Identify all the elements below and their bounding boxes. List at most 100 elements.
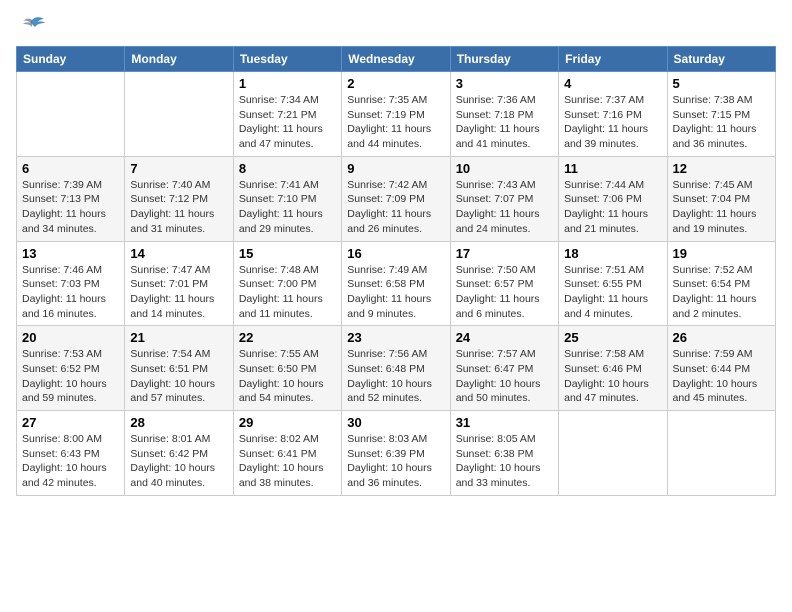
calendar-cell: 3 Sunrise: 7:36 AM Sunset: 7:18 PM Daylig… — [450, 72, 558, 157]
calendar-cell: 1 Sunrise: 7:34 AM Sunset: 7:21 PM Daylig… — [233, 72, 341, 157]
day-info: Sunrise: 7:35 AM Sunset: 7:19 PM Dayligh… — [347, 93, 444, 152]
day-info: Sunrise: 7:51 AM Sunset: 6:55 PM Dayligh… — [564, 263, 661, 322]
day-info: Sunrise: 7:39 AM Sunset: 7:13 PM Dayligh… — [22, 178, 119, 237]
day-number: 26 — [673, 330, 770, 345]
logo — [16, 16, 46, 34]
day-number: 30 — [347, 415, 444, 430]
day-number: 29 — [239, 415, 336, 430]
day-number: 9 — [347, 161, 444, 176]
page-header — [16, 16, 776, 34]
day-number: 24 — [456, 330, 553, 345]
day-number: 3 — [456, 76, 553, 91]
calendar-cell: 31 Sunrise: 8:05 AM Sunset: 6:38 PM Dayli… — [450, 411, 558, 496]
day-info: Sunrise: 7:41 AM Sunset: 7:10 PM Dayligh… — [239, 178, 336, 237]
day-info: Sunrise: 7:52 AM Sunset: 6:54 PM Dayligh… — [673, 263, 770, 322]
calendar-cell: 22Sunrise: 7:55 AM Sunset: 6:50 PM Dayli… — [233, 326, 341, 411]
calendar-week-1: 1 Sunrise: 7:34 AM Sunset: 7:21 PM Daylig… — [17, 72, 776, 157]
calendar-cell: 9 Sunrise: 7:42 AM Sunset: 7:09 PM Daylig… — [342, 156, 450, 241]
day-info: Sunrise: 7:56 AM Sunset: 6:48 PM Dayligh… — [347, 347, 444, 406]
day-info: Sunrise: 7:45 AM Sunset: 7:04 PM Dayligh… — [673, 178, 770, 237]
day-number: 31 — [456, 415, 553, 430]
calendar-cell: 8Sunrise: 7:41 AM Sunset: 7:10 PM Daylig… — [233, 156, 341, 241]
column-header-thursday: Thursday — [450, 47, 558, 72]
day-info: Sunrise: 8:05 AM Sunset: 6:38 PM Dayligh… — [456, 432, 553, 491]
calendar-cell — [125, 72, 233, 157]
day-number: 19 — [673, 246, 770, 261]
day-info: Sunrise: 7:43 AM Sunset: 7:07 PM Dayligh… — [456, 178, 553, 237]
calendar-cell: 29Sunrise: 8:02 AM Sunset: 6:41 PM Dayli… — [233, 411, 341, 496]
calendar-cell: 11 Sunrise: 7:44 AM Sunset: 7:06 PM Dayli… — [559, 156, 667, 241]
day-number: 2 — [347, 76, 444, 91]
column-header-tuesday: Tuesday — [233, 47, 341, 72]
day-info: Sunrise: 7:40 AM Sunset: 7:12 PM Dayligh… — [130, 178, 227, 237]
day-info: Sunrise: 7:44 AM Sunset: 7:06 PM Dayligh… — [564, 178, 661, 237]
column-header-monday: Monday — [125, 47, 233, 72]
calendar-cell: 4Sunrise: 7:37 AM Sunset: 7:16 PM Daylig… — [559, 72, 667, 157]
day-info: Sunrise: 7:48 AM Sunset: 7:00 PM Dayligh… — [239, 263, 336, 322]
calendar-cell: 18 Sunrise: 7:51 AM Sunset: 6:55 PM Dayli… — [559, 241, 667, 326]
day-number: 22 — [239, 330, 336, 345]
day-info: Sunrise: 7:36 AM Sunset: 7:18 PM Dayligh… — [456, 93, 553, 152]
day-info: Sunrise: 7:59 AM Sunset: 6:44 PM Dayligh… — [673, 347, 770, 406]
day-number: 13 — [22, 246, 119, 261]
calendar-cell: 12 Sunrise: 7:45 AM Sunset: 7:04 PM Dayli… — [667, 156, 775, 241]
day-info: Sunrise: 7:38 AM Sunset: 7:15 PM Dayligh… — [673, 93, 770, 152]
day-number: 20 — [22, 330, 119, 345]
day-number: 28 — [130, 415, 227, 430]
day-info: Sunrise: 7:49 AM Sunset: 6:58 PM Dayligh… — [347, 263, 444, 322]
calendar-cell: 16 Sunrise: 7:49 AM Sunset: 6:58 PM Dayli… — [342, 241, 450, 326]
calendar-cell: 27 Sunrise: 8:00 AM Sunset: 6:43 PM Dayli… — [17, 411, 125, 496]
calendar-cell: 30 Sunrise: 8:03 AM Sunset: 6:39 PM Dayli… — [342, 411, 450, 496]
calendar-cell: 5 Sunrise: 7:38 AM Sunset: 7:15 PM Daylig… — [667, 72, 775, 157]
day-number: 15 — [239, 246, 336, 261]
calendar-week-3: 13 Sunrise: 7:46 AM Sunset: 7:03 PM Dayli… — [17, 241, 776, 326]
day-number: 1 — [239, 76, 336, 91]
calendar-cell: 26 Sunrise: 7:59 AM Sunset: 6:44 PM Dayli… — [667, 326, 775, 411]
calendar-table: SundayMondayTuesdayWednesdayThursdayFrid… — [16, 46, 776, 496]
calendar-cell: 24 Sunrise: 7:57 AM Sunset: 6:47 PM Dayli… — [450, 326, 558, 411]
calendar-cell: 2 Sunrise: 7:35 AM Sunset: 7:19 PM Daylig… — [342, 72, 450, 157]
calendar-cell — [17, 72, 125, 157]
calendar-week-4: 20 Sunrise: 7:53 AM Sunset: 6:52 PM Dayli… — [17, 326, 776, 411]
calendar-cell: 19 Sunrise: 7:52 AM Sunset: 6:54 PM Dayli… — [667, 241, 775, 326]
day-info: Sunrise: 8:01 AM Sunset: 6:42 PM Dayligh… — [130, 432, 227, 491]
day-info: Sunrise: 7:47 AM Sunset: 7:01 PM Dayligh… — [130, 263, 227, 322]
calendar-week-5: 27 Sunrise: 8:00 AM Sunset: 6:43 PM Dayli… — [17, 411, 776, 496]
day-number: 21 — [130, 330, 227, 345]
day-number: 27 — [22, 415, 119, 430]
calendar-cell: 14 Sunrise: 7:47 AM Sunset: 7:01 PM Dayli… — [125, 241, 233, 326]
day-info: Sunrise: 8:03 AM Sunset: 6:39 PM Dayligh… — [347, 432, 444, 491]
day-number: 11 — [564, 161, 661, 176]
day-number: 17 — [456, 246, 553, 261]
day-info: Sunrise: 7:54 AM Sunset: 6:51 PM Dayligh… — [130, 347, 227, 406]
calendar-header-row: SundayMondayTuesdayWednesdayThursdayFrid… — [17, 47, 776, 72]
day-number: 25 — [564, 330, 661, 345]
calendar-cell — [667, 411, 775, 496]
day-info: Sunrise: 7:58 AM Sunset: 6:46 PM Dayligh… — [564, 347, 661, 406]
column-header-sunday: Sunday — [17, 47, 125, 72]
day-number: 16 — [347, 246, 444, 261]
day-info: Sunrise: 7:34 AM Sunset: 7:21 PM Dayligh… — [239, 93, 336, 152]
calendar-cell: 25 Sunrise: 7:58 AM Sunset: 6:46 PM Dayli… — [559, 326, 667, 411]
day-info: Sunrise: 7:57 AM Sunset: 6:47 PM Dayligh… — [456, 347, 553, 406]
calendar-cell: 7Sunrise: 7:40 AM Sunset: 7:12 PM Daylig… — [125, 156, 233, 241]
day-number: 12 — [673, 161, 770, 176]
day-info: Sunrise: 7:46 AM Sunset: 7:03 PM Dayligh… — [22, 263, 119, 322]
day-info: Sunrise: 8:00 AM Sunset: 6:43 PM Dayligh… — [22, 432, 119, 491]
day-number: 18 — [564, 246, 661, 261]
calendar-cell: 28 Sunrise: 8:01 AM Sunset: 6:42 PM Dayli… — [125, 411, 233, 496]
day-number: 14 — [130, 246, 227, 261]
day-number: 23 — [347, 330, 444, 345]
calendar-cell: 20 Sunrise: 7:53 AM Sunset: 6:52 PM Dayli… — [17, 326, 125, 411]
column-header-friday: Friday — [559, 47, 667, 72]
calendar-week-2: 6 Sunrise: 7:39 AM Sunset: 7:13 PM Daylig… — [17, 156, 776, 241]
day-number: 6 — [22, 161, 119, 176]
day-number: 5 — [673, 76, 770, 91]
day-info: Sunrise: 7:42 AM Sunset: 7:09 PM Dayligh… — [347, 178, 444, 237]
column-header-wednesday: Wednesday — [342, 47, 450, 72]
calendar-body: 1 Sunrise: 7:34 AM Sunset: 7:21 PM Daylig… — [17, 72, 776, 496]
day-number: 10 — [456, 161, 553, 176]
column-header-saturday: Saturday — [667, 47, 775, 72]
calendar-cell: 13 Sunrise: 7:46 AM Sunset: 7:03 PM Dayli… — [17, 241, 125, 326]
day-info: Sunrise: 7:53 AM Sunset: 6:52 PM Dayligh… — [22, 347, 119, 406]
